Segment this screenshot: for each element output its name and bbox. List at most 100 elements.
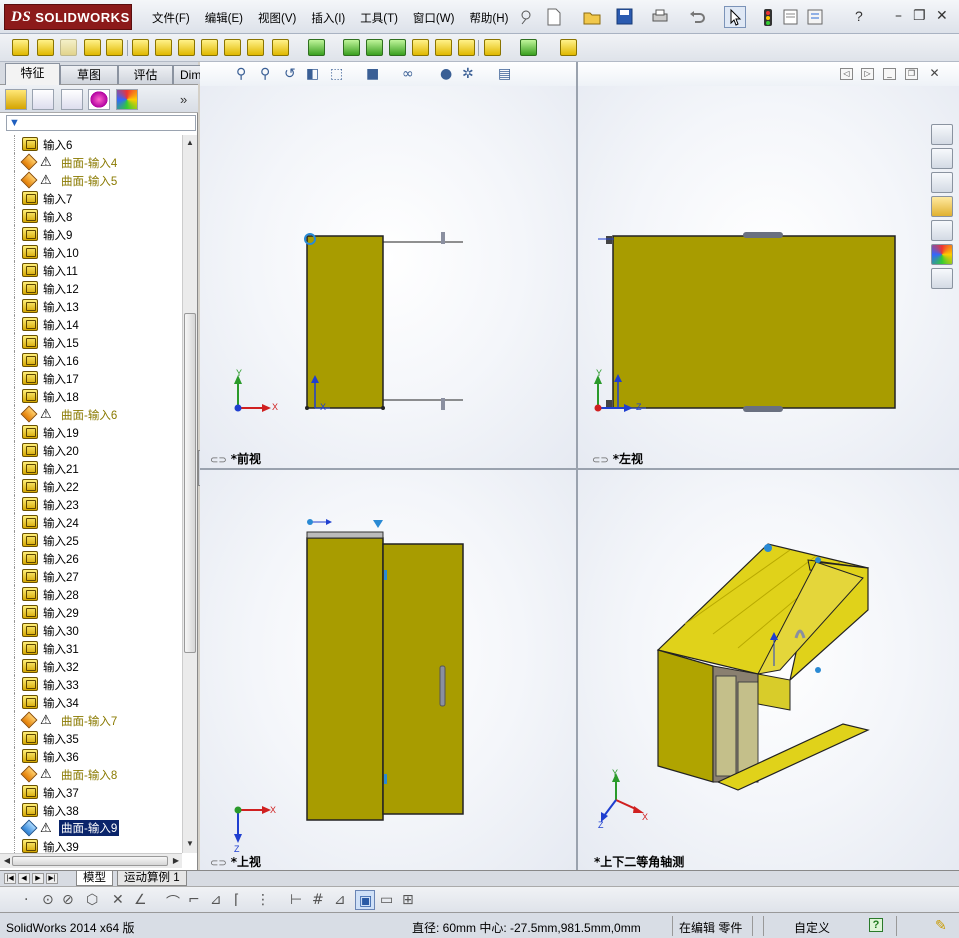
prev-tab-icon[interactable]: ◀ [18, 873, 30, 884]
delete-face-icon[interactable] [389, 39, 406, 56]
view-cube-button[interactable]: ▣ [355, 890, 375, 910]
boundary-icon[interactable] [106, 39, 123, 56]
grid-icon[interactable]: # [312, 892, 324, 908]
menu-edit[interactable]: 编辑(E) [205, 10, 243, 26]
single-view-icon[interactable]: ▭ [380, 892, 393, 908]
edit-appearance-icon[interactable]: ● [440, 66, 452, 82]
custom-properties-icon[interactable] [931, 268, 953, 289]
view-palette-icon[interactable] [931, 220, 953, 241]
tree-item-import[interactable]: 输入20 [0, 441, 182, 459]
new-document-icon[interactable] [546, 8, 562, 26]
status-help-icon[interactable]: ? [869, 918, 883, 932]
scroll-up-icon[interactable]: ▲ [184, 137, 196, 149]
tree-item-import[interactable]: 输入32 [0, 657, 182, 675]
curves-icon[interactable] [520, 39, 537, 56]
tag-icon[interactable]: ✎ [935, 917, 947, 934]
zoom-to-fit-icon[interactable]: ⚲ [236, 66, 246, 82]
combine-icon[interactable] [458, 39, 475, 56]
viewport-horizontal-splitter[interactable] [200, 468, 959, 470]
tree-item-import[interactable]: 输入38 [0, 801, 182, 819]
linear-pattern-icon[interactable] [308, 39, 325, 56]
section-view-icon[interactable]: ◧ [306, 66, 319, 82]
select-tool-button[interactable] [724, 6, 746, 28]
tree-item-import[interactable]: 输入27 [0, 567, 182, 585]
tree-item-import[interactable]: 输入16 [0, 351, 182, 369]
pin-icon[interactable] [518, 9, 534, 25]
menu-help[interactable]: 帮助(H) [469, 10, 508, 26]
trim-icon[interactable]: ✕ [112, 892, 124, 908]
move-face-icon[interactable] [366, 39, 383, 56]
tree-item-import[interactable]: 输入18 [0, 387, 182, 405]
tree-filter[interactable]: ▼ [6, 115, 196, 131]
tree-item-import[interactable]: 输入8 [0, 207, 182, 225]
solidworks-resources-icon[interactable] [931, 124, 953, 145]
tree-item-surface-import[interactable]: ⚠ 曲面-输入6 [0, 405, 182, 423]
tree-item-import[interactable]: 输入24 [0, 513, 182, 531]
help-icon[interactable]: ? [855, 8, 863, 24]
dimxpert-manager-tab-icon[interactable] [88, 89, 110, 110]
first-tab-icon[interactable]: |◀ [4, 873, 16, 884]
offset-icon[interactable]: ⊿ [210, 892, 222, 908]
cut-extrude-icon[interactable] [132, 39, 149, 56]
instant3d-icon[interactable] [560, 39, 577, 56]
menu-window[interactable]: 窗口(W) [413, 10, 455, 26]
tab-features[interactable]: 特征 [5, 63, 60, 85]
previous-view-icon[interactable]: ↺ [284, 66, 296, 82]
view-settings-icon[interactable]: ▤ [498, 66, 511, 82]
shell-icon[interactable] [247, 39, 264, 56]
dome-icon[interactable] [435, 39, 452, 56]
viewport-front[interactable]: Y X X ⊂⊃ *前视 [200, 86, 576, 468]
extrude-icon[interactable] [12, 39, 29, 56]
tree-item-import[interactable]: 输入12 [0, 279, 182, 297]
hide-show-items-icon[interactable]: ∞ [402, 66, 414, 82]
last-tab-icon[interactable]: ▶| [46, 873, 58, 884]
expand-chevron-icon[interactable]: » [180, 92, 187, 107]
menu-insert[interactable]: 插入(I) [311, 10, 345, 26]
file-properties-icon[interactable] [782, 8, 800, 26]
property-manager-tab-icon[interactable] [32, 89, 54, 110]
chamfer-sketch-icon[interactable]: ⌐ [188, 892, 200, 908]
menu-file[interactable]: 文件(F) [152, 10, 190, 26]
menu-view[interactable]: 视图(V) [258, 10, 296, 26]
tree-item-import[interactable]: 输入21 [0, 459, 182, 477]
tree-item-import[interactable]: 输入22 [0, 477, 182, 495]
relations-icon[interactable]: ⊿ [334, 892, 346, 908]
polygon-icon[interactable]: ⊘ [62, 892, 74, 908]
revolve-icon[interactable] [37, 39, 54, 56]
close-icon[interactable]: ✕ [936, 8, 948, 24]
ellipse-icon[interactable]: ⬡ [86, 892, 98, 908]
rib-icon[interactable] [224, 39, 241, 56]
minimize-icon[interactable]: – [895, 8, 902, 24]
fillet-sketch-icon[interactable]: ⌒ [166, 892, 180, 912]
options-list-icon[interactable] [806, 8, 824, 26]
home-icon[interactable] [931, 148, 953, 169]
tree-item-surface-import[interactable]: ⚠ 曲面-输入8 [0, 765, 182, 783]
link-views-icon[interactable]: ⊂⊃ [210, 858, 227, 869]
link-views-icon[interactable]: ⊂⊃ [592, 455, 609, 466]
tree-item-import[interactable]: 输入33 [0, 675, 182, 693]
minimize-viewport-icon[interactable]: _ [883, 68, 896, 80]
corner-icon[interactable]: ⌈ [234, 892, 239, 908]
restore-icon[interactable]: ❐ [913, 8, 926, 24]
reference-geometry-icon[interactable] [484, 39, 501, 56]
menu-tools[interactable]: 工具(T) [360, 10, 398, 26]
wrap-icon[interactable] [412, 39, 429, 56]
sweep-icon[interactable] [60, 39, 77, 56]
save-icon[interactable] [616, 8, 634, 26]
next-tab-icon[interactable]: ▶ [32, 873, 44, 884]
dimension-icon[interactable]: ⊢ [290, 892, 302, 908]
tab-sketch[interactable]: 草图 [60, 65, 118, 84]
configuration-manager-tab-icon[interactable] [61, 89, 83, 110]
link-views-icon[interactable]: ⊂⊃ [210, 455, 227, 466]
viewport-top[interactable]: X Z ⊂⊃ *上视 [200, 470, 576, 870]
circle-icon[interactable]: ⊙ [42, 892, 54, 908]
tree-item-import[interactable]: 输入36 [0, 747, 182, 765]
feature-manager-tab-icon[interactable] [5, 89, 27, 110]
appearances-icon[interactable] [931, 244, 953, 265]
apply-scene-icon[interactable]: ✲ [462, 66, 474, 82]
tree-item-import[interactable]: 输入26 [0, 549, 182, 567]
tree-item-import[interactable]: 输入31 [0, 639, 182, 657]
draft-icon[interactable] [272, 39, 289, 56]
tree-item-import[interactable]: 输入17 [0, 369, 182, 387]
tree-item-import[interactable]: 输入39 [0, 837, 182, 853]
